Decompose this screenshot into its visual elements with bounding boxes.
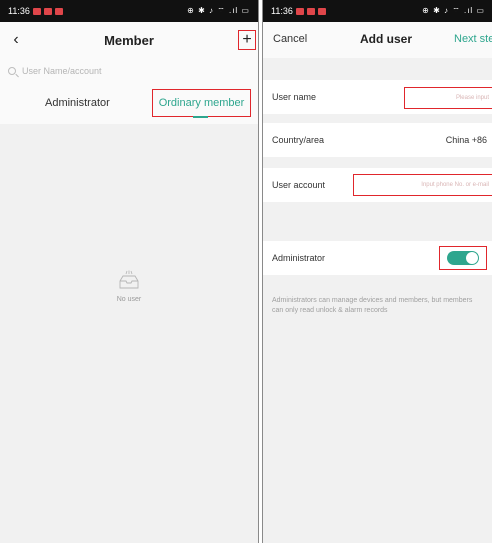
search-placeholder: User Name/account xyxy=(22,66,102,76)
administrator-label: Administrator xyxy=(272,253,326,263)
cancel-button[interactable]: Cancel xyxy=(273,33,307,45)
notification-icon xyxy=(54,7,63,15)
notification-icon xyxy=(306,7,315,15)
next-step-button[interactable]: Next step xyxy=(454,33,492,45)
status-time: 11:36 xyxy=(8,6,30,16)
empty-state-text: No user xyxy=(116,296,142,303)
user-account-field[interactable]: Input phone No. or e-mail xyxy=(353,174,492,196)
page-title: Add user xyxy=(360,32,413,46)
user-name-field[interactable]: Please input xyxy=(404,87,492,109)
country-label: Country/area xyxy=(272,135,325,145)
notification-icon xyxy=(32,7,41,15)
user-name-row: User name Please input xyxy=(263,80,492,114)
plus-icon: + xyxy=(242,31,252,48)
tab-indicator xyxy=(193,116,208,118)
status-bar: 11:36 ⊕ ✱ ♪ ⌔ .ıl ▭ xyxy=(263,0,492,22)
empty-state: No user xyxy=(0,270,258,303)
member-screen: 11:36 ⊕ ✱ ♪ ⌔ .ıl ▭ ‹ Member + User Name… xyxy=(0,0,259,543)
user-name-label: User name xyxy=(272,92,317,102)
administrator-row: Administrator xyxy=(263,241,492,275)
search-input[interactable]: User Name/account xyxy=(0,58,258,84)
page-title: Member xyxy=(104,32,154,48)
tab-administrator[interactable]: Administrator xyxy=(45,89,110,117)
country-row[interactable]: Country/area China +86 xyxy=(263,123,492,157)
administrator-toggle-box xyxy=(439,246,487,270)
user-account-label: User account xyxy=(272,180,326,190)
status-bar: 11:36 ⊕ ✱ ♪ ⌔ .ıl ▭ xyxy=(0,0,258,22)
administrator-hint: Administrators can manage devices and me… xyxy=(272,297,473,314)
status-time: 11:36 xyxy=(271,6,293,16)
administrator-toggle[interactable] xyxy=(447,251,479,265)
add-member-button[interactable]: + xyxy=(238,30,256,50)
user-name-placeholder: Please input xyxy=(455,95,489,101)
member-header: ‹ Member + xyxy=(0,22,258,58)
country-value[interactable]: China +86 xyxy=(446,135,487,145)
tab-ordinary-member[interactable]: Ordinary member xyxy=(152,89,251,117)
toggle-knob xyxy=(466,252,478,264)
add-user-screen: 11:36 ⊕ ✱ ♪ ⌔ .ıl ▭ Cancel Add user Next… xyxy=(262,0,492,543)
status-indicators: ⊕ ✱ ♪ ⌔ .ıl ▭ xyxy=(187,6,250,15)
member-tabs: Administrator Ordinary member xyxy=(0,84,258,124)
notification-icon xyxy=(43,7,52,15)
status-indicators: ⊕ ✱ ♪ ⌔ .ıl ▭ xyxy=(422,6,485,15)
empty-inbox-icon xyxy=(119,270,139,289)
search-icon xyxy=(8,67,16,75)
user-account-row: User account Input phone No. or e-mail xyxy=(263,168,492,202)
notification-icon xyxy=(317,7,326,15)
notification-icon xyxy=(295,7,304,15)
user-account-placeholder: Input phone No. or e-mail xyxy=(421,182,489,188)
add-user-header: Cancel Add user Next step xyxy=(263,22,492,58)
